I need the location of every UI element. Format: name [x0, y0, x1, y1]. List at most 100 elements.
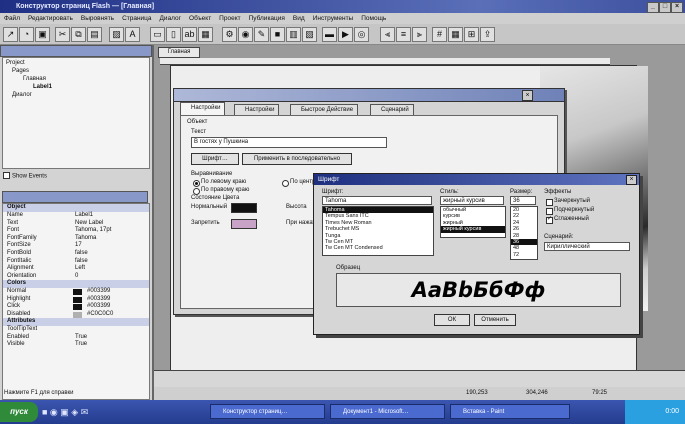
property-value[interactable]: false [75, 250, 88, 258]
property-value[interactable]: True [75, 334, 87, 342]
ok-button[interactable]: ОК [434, 314, 470, 326]
maximize-button[interactable]: □ [659, 2, 671, 13]
menu-dialog[interactable]: Диалог [156, 13, 186, 24]
charset-select[interactable]: Кириллический [544, 242, 630, 251]
zoom-icon[interactable]: ⊞ [464, 27, 479, 42]
disabled-color-picker[interactable] [231, 219, 257, 229]
text-input[interactable]: В гостях у Пушкина [191, 137, 387, 148]
picture-icon[interactable]: ▦ [198, 27, 213, 42]
settings-icon[interactable]: ⚙ [222, 27, 237, 42]
property-row[interactable]: FontBold false [3, 250, 149, 258]
copy-icon[interactable]: ⧉ [71, 27, 86, 42]
tree-item-page[interactable]: Главная [23, 76, 46, 82]
tab-main-page[interactable]: Главная [158, 47, 200, 58]
property-row[interactable]: Disabled #C0C0C0 [3, 311, 149, 319]
menu-help[interactable]: Помощь [357, 13, 390, 24]
align-left-icon[interactable]: ⫷ [380, 27, 395, 42]
font-button[interactable]: Шрифт… [191, 153, 239, 165]
property-row[interactable]: Visible True [3, 341, 149, 349]
align-center-icon[interactable]: ≡ [396, 27, 411, 42]
property-value[interactable]: #003399 [87, 303, 110, 311]
open-icon[interactable]: ◔ [19, 27, 34, 42]
menu-align[interactable]: Выровнять [77, 13, 118, 24]
normal-color-picker[interactable] [231, 203, 257, 213]
quick-launch-icons[interactable]: ■ ◉ ▣ ◈ ✉ [42, 405, 112, 419]
property-row[interactable]: Highlight #003399 [3, 296, 149, 304]
menu-publish[interactable]: Публикация [245, 13, 289, 24]
font-dialog-close-icon[interactable]: × [626, 175, 637, 185]
font-list-item[interactable]: Tw Cen MT Condensed [323, 245, 433, 251]
task-button-word[interactable]: Документ1 - Microsoft… [330, 404, 445, 419]
media-icon[interactable]: ◉ [238, 27, 253, 42]
property-row[interactable]: Orientation 0 [3, 273, 149, 281]
preview-icon[interactable]: ◎ [354, 27, 369, 42]
font-name-input[interactable]: Tahoma [322, 196, 432, 205]
font-size-input[interactable]: 36 [510, 196, 536, 205]
chart-icon[interactable]: ▧ [302, 27, 317, 42]
menu-file[interactable]: Файл [0, 13, 24, 24]
tree-item-dialogs[interactable]: Диалог [12, 92, 32, 98]
property-row[interactable]: Text New Label [3, 220, 149, 228]
property-value[interactable]: New Label [75, 220, 103, 228]
image-icon[interactable]: ▨ [109, 27, 124, 42]
minimize-button[interactable]: _ [647, 2, 659, 13]
property-row[interactable]: Normal #003399 [3, 288, 149, 296]
button-icon[interactable]: ▭ [150, 27, 165, 42]
menu-page[interactable]: Страница [118, 13, 155, 24]
property-value[interactable]: false [75, 258, 88, 266]
property-row[interactable]: Colors [3, 280, 149, 288]
antialias-checkbox[interactable] [546, 215, 553, 224]
property-row[interactable]: Alignment Left [3, 265, 149, 273]
align-center-radio[interactable] [282, 180, 289, 187]
color-swatch[interactable] [73, 289, 82, 295]
menu-object[interactable]: Объект [185, 13, 215, 24]
label-dialog-close-icon[interactable]: × [522, 90, 533, 101]
property-value[interactable]: Tahoma, 17pt [75, 227, 111, 235]
new-icon[interactable]: ↗ [3, 27, 18, 42]
property-row[interactable]: Attributes [3, 318, 149, 326]
property-row[interactable]: FontFamily Tahoma [3, 235, 149, 243]
tab-settings[interactable]: Настройки [180, 102, 226, 116]
font-name-list[interactable]: Tahoma Tempus Sans ITC Times New Roman T… [322, 206, 434, 256]
draw-icon[interactable]: ✎ [254, 27, 269, 42]
color-swatch[interactable] [73, 311, 82, 318]
property-value[interactable]: Label1 [75, 212, 93, 220]
property-value[interactable]: True [75, 341, 87, 349]
layout-icon[interactable]: ▦ [448, 27, 463, 42]
label-icon[interactable]: ab [182, 27, 197, 42]
property-row[interactable]: Enabled True [3, 334, 149, 342]
grid-icon[interactable]: # [432, 27, 447, 42]
property-row[interactable]: FontSize 17 [3, 242, 149, 250]
align-left-radio[interactable] [193, 180, 200, 187]
publish-icon[interactable]: ⇪ [480, 27, 495, 42]
property-row[interactable]: ToolTipText [3, 326, 149, 334]
text-icon[interactable]: A [125, 27, 140, 42]
tree-item-label[interactable]: Label1 [33, 84, 52, 90]
property-value[interactable]: 17 [75, 242, 82, 250]
menu-edit[interactable]: Редактировать [24, 13, 77, 24]
menu-project[interactable]: Проект [215, 13, 244, 24]
font-style-list[interactable]: обычный курсив жирный жирный курсив [440, 206, 506, 238]
property-value[interactable]: 0 [75, 273, 78, 281]
input-icon[interactable]: ▯ [166, 27, 181, 42]
task-button-editor[interactable]: Конструктор страниц… [210, 404, 325, 419]
close-button[interactable]: × [671, 2, 683, 13]
tree-item-project[interactable]: Project [6, 60, 25, 66]
size-list-item[interactable]: 72 [511, 252, 537, 258]
menu-view[interactable]: Вид [289, 13, 309, 24]
strikeout-checkbox[interactable] [546, 199, 553, 206]
property-row[interactable]: Click #003399 [3, 303, 149, 311]
apply-sequentially-button[interactable]: Применить в последовательно [242, 153, 352, 165]
start-button[interactable]: пуск [0, 402, 38, 422]
show-events-checkbox[interactable] [3, 172, 10, 179]
save-icon[interactable]: ▣ [35, 27, 50, 42]
shape-icon[interactable]: ■ [270, 27, 285, 42]
align-right-icon[interactable]: ⫸ [412, 27, 427, 42]
property-row[interactable]: Font Tahoma, 17pt [3, 227, 149, 235]
color-swatch[interactable] [73, 304, 82, 311]
font-size-list[interactable]: 20 22 24 26 28 36 48 72 [510, 206, 538, 260]
paste-icon[interactable]: ▤ [87, 27, 102, 42]
property-value[interactable]: Tahoma [75, 235, 96, 243]
property-value[interactable]: #C0C0C0 [87, 311, 113, 319]
property-value[interactable]: Left [75, 265, 85, 273]
